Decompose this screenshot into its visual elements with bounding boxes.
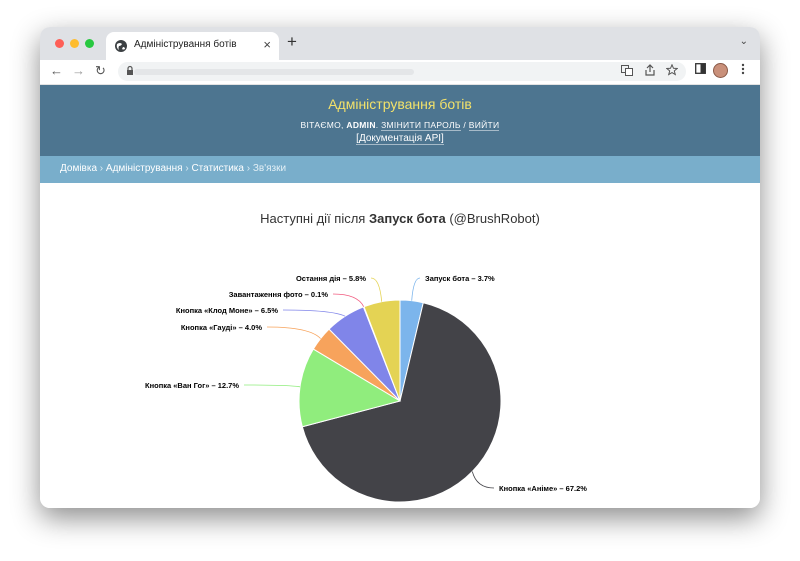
slice-connector [243,384,301,388]
more-menu-icon[interactable] [741,63,745,75]
slice-label: Кнопка «Клод Моне» – 6.5% [176,306,278,315]
pie-chart: Наступні дії після Запуск бота (@BrushRo… [145,211,587,503]
slice-label: Кнопка «Аніме» – 67.2% [499,484,587,493]
breadcrumb-separator: › [185,163,189,174]
browser-toolbar: ← → ↻ [40,60,760,85]
slice-label: Кнопка «Ван Гог» – 12.7% [145,381,239,390]
main-content: Наступні дії після Запуск бота (@BrushRo… [40,183,760,508]
breadcrumb-separator: › [246,163,251,174]
browser-window: Адміністрування ботів × + ⌄ ← → ↻ Адміні… [40,27,760,508]
slice-label: Запуск бота – 3.7% [425,274,495,283]
globe-icon [115,40,127,52]
slice-connector [282,309,346,317]
site-title: Адміністрування ботів [328,96,472,112]
sidepanel-icon[interactable] [695,63,706,74]
tab-search-chevron-icon[interactable]: ⌄ [740,36,748,47]
api-docs-link[interactable]: [Документація API] [356,133,444,145]
slice-label: Завантаження фото – 0.1% [229,290,329,299]
bookmark-star-icon[interactable] [666,64,678,76]
slice-connector [471,471,495,489]
tab-title: Адміністрування ботів [134,39,237,50]
forward-button[interactable]: → [72,63,85,78]
minimize-window-button[interactable] [70,39,79,48]
address-bar[interactable] [118,62,686,81]
slice-connector [411,277,421,301]
slice-connector [266,326,321,339]
user-tools: ВІТАЄМО, ADMIN. ЗМІНИТИ ПАРОЛЬ / ВИЙТИ [300,120,500,131]
maximize-window-button[interactable] [85,39,94,48]
link-separator: / [463,120,467,130]
slice-connector [332,293,365,307]
url-text-redacted [134,69,414,75]
breadcrumb-separator: › [99,163,104,174]
slice-label: Остання дія – 5.8% [296,274,366,283]
translate-icon[interactable] [621,64,633,76]
tab-bar: Адміністрування ботів × + ⌄ [40,27,760,60]
breadcrumb-current: Зв'язки [252,163,287,174]
username: ADMIN [346,120,376,130]
breadcrumb-stats-link[interactable]: Статистика [191,163,244,174]
breadcrumb: Домівка › Адміністрування › Статистика ›… [40,156,760,183]
change-password-link[interactable]: ЗМІНИТИ ПАРОЛЬ [381,120,461,131]
profile-avatar[interactable] [713,63,728,78]
share-icon[interactable] [644,64,656,76]
logout-link[interactable]: ВИЙТИ [468,120,500,131]
breadcrumb-home-link[interactable]: Домівка [60,163,97,174]
close-window-button[interactable] [55,39,64,48]
breadcrumb-admin-link[interactable]: Адміністрування [106,163,183,174]
admin-header: Адміністрування ботів ВІТАЄМО, ADMIN. ЗМ… [40,85,760,156]
chart-title: Наступні дії після Запуск бота (@BrushRo… [260,211,540,226]
reload-button[interactable]: ↻ [95,63,106,79]
new-tab-button[interactable]: + [287,32,297,52]
welcome-text: ВІТАЄМО, [300,120,344,130]
close-tab-icon[interactable]: × [263,37,271,52]
slice-connector [370,277,383,302]
lock-icon [127,65,133,75]
back-button[interactable]: ← [50,63,63,78]
slice-label: Кнопка «Гауді» – 4.0% [181,323,262,332]
browser-tab[interactable]: Адміністрування ботів × [106,32,279,60]
